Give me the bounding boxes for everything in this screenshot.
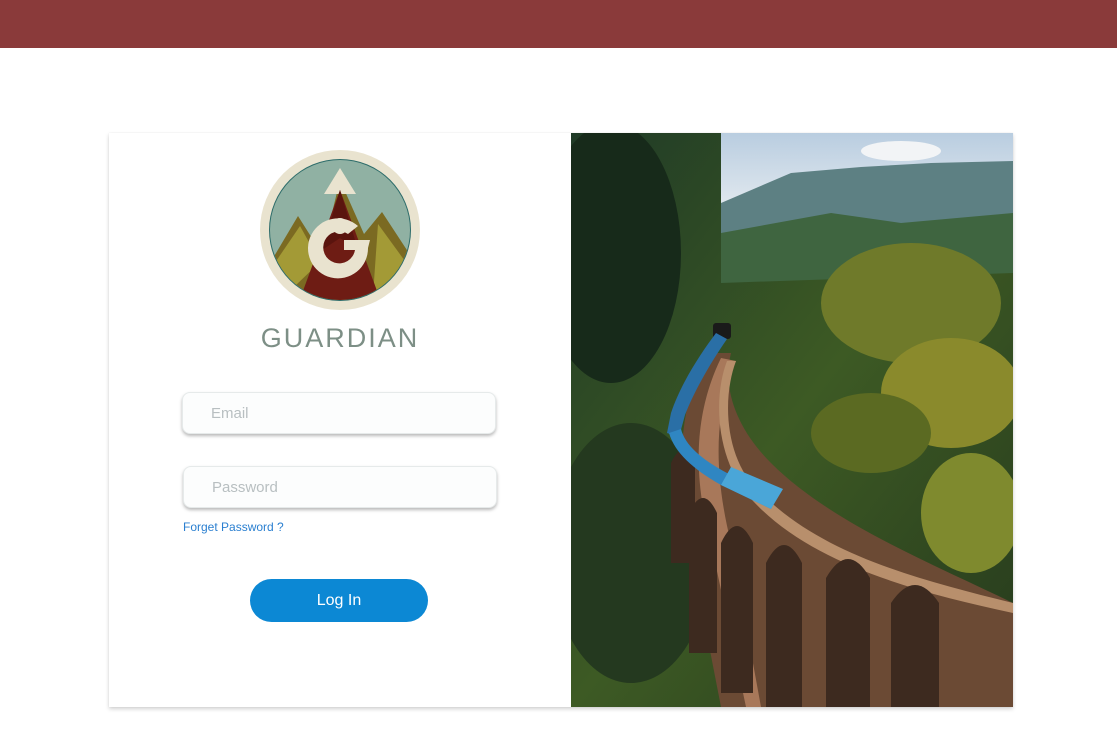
login-button[interactable]: Log In: [250, 579, 428, 622]
brand-name: GUARDIAN: [260, 323, 420, 353]
email-input[interactable]: [183, 393, 495, 433]
password-input[interactable]: [184, 467, 496, 507]
login-panel: GUARDIAN Forget Password ? Log In: [109, 133, 571, 707]
hero-photo: [571, 133, 1013, 707]
login-card: GUARDIAN Forget Password ? Log In: [109, 133, 1013, 707]
forgot-password-link[interactable]: Forget Password ?: [183, 520, 284, 534]
email-field[interactable]: [182, 392, 496, 434]
train-bridge-photo-icon: [571, 133, 1013, 707]
password-field[interactable]: [183, 466, 497, 508]
guardian-logo-icon: [260, 150, 420, 310]
top-bar: [0, 0, 1117, 48]
